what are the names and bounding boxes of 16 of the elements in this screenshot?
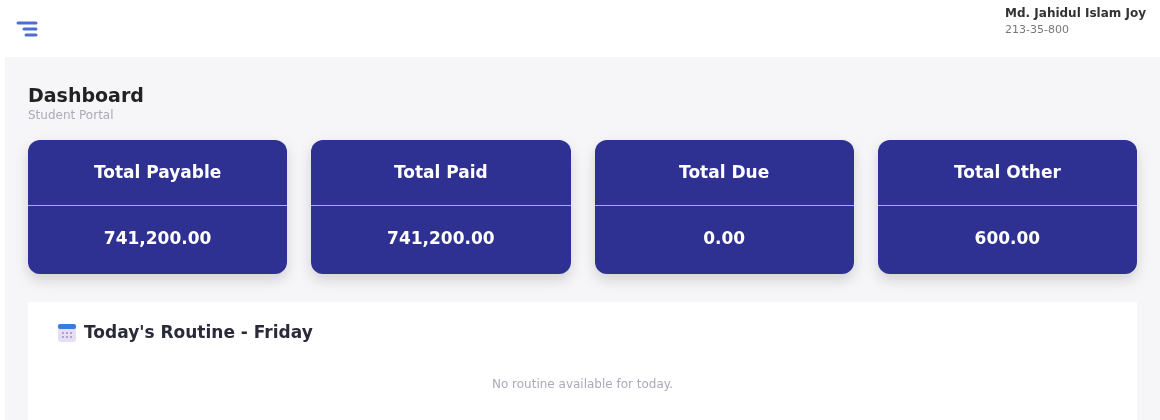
routine-title: Today's Routine - Friday	[84, 320, 313, 344]
stat-label: Total Paid	[393, 160, 488, 184]
stat-label: Total Due	[679, 160, 770, 184]
stat-label: Total Other	[953, 160, 1061, 184]
page-subtitle: Student Portal	[28, 106, 115, 124]
stat-value: 600.00	[974, 227, 1041, 251]
user-id: 213-35-800	[1005, 22, 1070, 38]
page-title: Dashboard	[28, 85, 145, 106]
stat-value: 741,200.00	[103, 227, 212, 251]
stat-label: Total Payable	[93, 160, 222, 184]
user-name: Md. Jahidul Islam Joy	[1005, 5, 1146, 22]
stat-value: 0.00	[703, 227, 746, 251]
calendar-icon	[58, 323, 76, 342]
empty-message: No routine available for today.	[490, 376, 675, 394]
menu-icon[interactable]	[16, 20, 38, 37]
stat-value: 741,200.00	[387, 227, 495, 251]
